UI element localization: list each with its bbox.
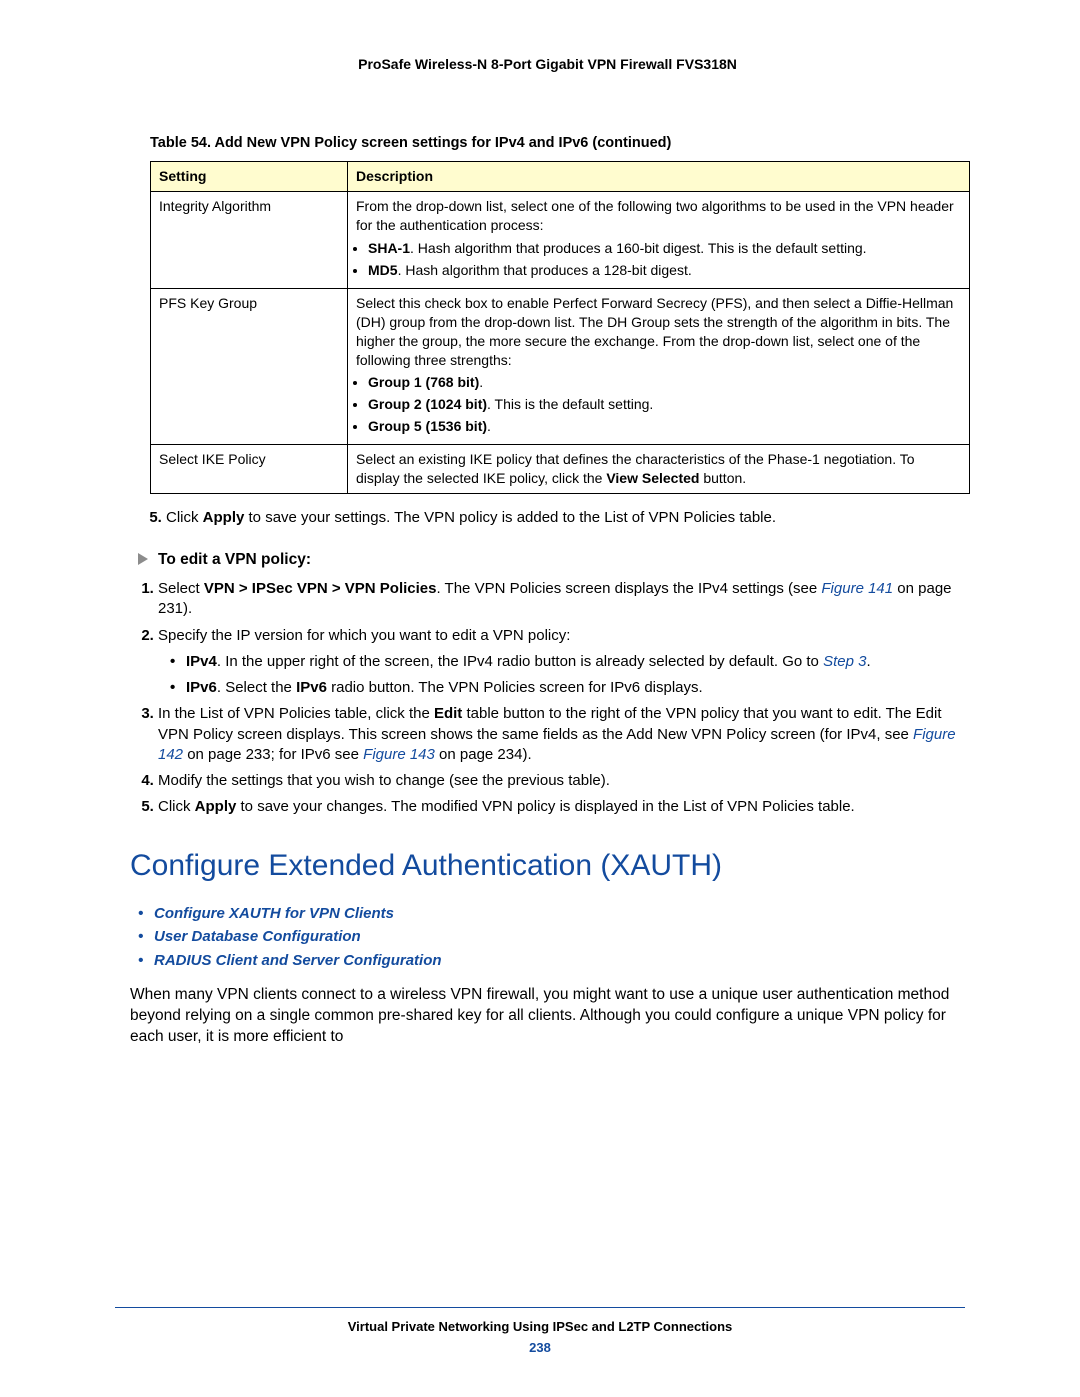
list-item: IPv6. Select the IPv6 radio button. The … — [186, 678, 965, 698]
toc-link[interactable]: User Database Configuration — [154, 927, 965, 947]
step-text: Click — [166, 509, 203, 526]
menu-path: VPN > IPSec VPN > VPN Policies — [204, 580, 437, 597]
settings-table: Setting Description Integrity Algorithm … — [150, 161, 970, 493]
ipver: IPv4 — [186, 653, 217, 670]
list-item: Group 5 (1536 bit). — [368, 417, 961, 436]
apply-ref: Apply — [195, 798, 237, 815]
toc-link[interactable]: Configure XAUTH for VPN Clients — [154, 904, 965, 924]
cell-description: Select an existing IKE policy that defin… — [348, 445, 970, 494]
t: on page 233; for IPv6 see — [183, 746, 363, 763]
t: radio button. The VPN Policies screen fo… — [327, 679, 703, 696]
t: Specify the IP version for which you wan… — [158, 627, 570, 644]
list-item: Group 2 (1024 bit). This is the default … — [368, 395, 961, 414]
list-item: SHA-1. Hash algorithm that produces a 16… — [368, 239, 961, 258]
body-paragraph: When many VPN clients connect to a wirel… — [130, 985, 965, 1048]
th-description: Description — [348, 162, 970, 192]
apply-ref: Apply — [203, 509, 245, 526]
footer-chapter: Virtual Private Networking Using IPSec a… — [115, 1318, 965, 1336]
t: . The VPN Policies screen displays the I… — [436, 580, 821, 597]
cell-description: From the drop-down list, select one of t… — [348, 192, 970, 289]
t: In the List of VPN Policies table, click… — [158, 705, 434, 722]
step: Modify the settings that you wish to cha… — [158, 771, 965, 791]
group-name: Group 1 (768 bit) — [368, 374, 479, 390]
desc-part: button. — [699, 470, 746, 486]
page: ProSafe Wireless-N 8-Port Gigabit VPN Fi… — [0, 0, 1080, 1397]
t: on page 234). — [435, 746, 532, 763]
desc-intro: From the drop-down list, select one of t… — [356, 198, 954, 233]
cell-description: Select this check box to enable Perfect … — [348, 288, 970, 444]
triangle-icon — [138, 553, 148, 565]
ipver: IPv6 — [186, 679, 217, 696]
step: Click Apply to save your changes. The mo… — [158, 797, 965, 817]
table-row: Select IKE Policy Select an existing IKE… — [151, 445, 970, 494]
cell-setting: Integrity Algorithm — [151, 192, 348, 289]
list-item: MD5. Hash algorithm that produces a 128-… — [368, 261, 961, 280]
step: Select VPN > IPSec VPN > VPN Policies. T… — [158, 579, 965, 620]
table-caption: Table 54. Add New VPN Policy screen sett… — [150, 134, 965, 154]
step: Click Apply to save your settings. The V… — [166, 508, 965, 528]
algo-name: SHA-1 — [368, 240, 410, 256]
table-row: PFS Key Group Select this check box to e… — [151, 288, 970, 444]
algo-rest: . Hash algorithm that produces a 160-bit… — [410, 240, 867, 256]
group-rest: . This is the default setting. — [487, 396, 653, 412]
cell-setting: PFS Key Group — [151, 288, 348, 444]
toc-link[interactable]: RADIUS Client and Server Configuration — [154, 951, 965, 971]
t: Select — [158, 580, 204, 597]
list-item: IPv4. In the upper right of the screen, … — [186, 652, 965, 672]
algo-name: MD5 — [368, 262, 398, 278]
step-link[interactable]: Step 3 — [823, 653, 866, 670]
t: Click — [158, 798, 195, 815]
edit-ref: Edit — [434, 705, 462, 722]
continue-list: Click Apply to save your settings. The V… — [138, 508, 965, 528]
group-name: Group 5 (1536 bit) — [368, 418, 487, 434]
step: In the List of VPN Policies table, click… — [158, 704, 965, 765]
button-ref: View Selected — [606, 470, 699, 486]
section-toc: Configure XAUTH for VPN Clients User Dat… — [154, 904, 965, 971]
step-text: to save your settings. The VPN policy is… — [244, 509, 776, 526]
page-footer: Virtual Private Networking Using IPSec a… — [115, 1300, 965, 1357]
t: . Select the — [217, 679, 296, 696]
radio-ref: IPv6 — [296, 679, 327, 696]
step: Specify the IP version for which you wan… — [158, 626, 965, 699]
procedure-steps: Select VPN > IPSec VPN > VPN Policies. T… — [130, 579, 965, 818]
algo-rest: . Hash algorithm that produces a 128-bit… — [398, 262, 692, 278]
running-head: ProSafe Wireless-N 8-Port Gigabit VPN Fi… — [130, 55, 965, 74]
cell-setting: Select IKE Policy — [151, 445, 348, 494]
footer-page-number: 238 — [115, 1339, 965, 1357]
footer-rule — [115, 1307, 965, 1308]
th-setting: Setting — [151, 162, 348, 192]
table-row: Integrity Algorithm From the drop-down l… — [151, 192, 970, 289]
figure-link[interactable]: Figure 141 — [821, 580, 893, 597]
figure-link[interactable]: Figure 143 — [363, 746, 435, 763]
t: . — [866, 653, 870, 670]
procedure-title: To edit a VPN policy: — [158, 551, 311, 568]
t: . In the upper right of the screen, the … — [217, 653, 823, 670]
section-heading: Configure Extended Authentication (XAUTH… — [130, 846, 965, 887]
group-name: Group 2 (1024 bit) — [368, 396, 487, 412]
t: to save your changes. The modified VPN p… — [236, 798, 854, 815]
list-item: Group 1 (768 bit). — [368, 373, 961, 392]
desc-intro: Select this check box to enable Perfect … — [356, 295, 953, 368]
procedure-heading: To edit a VPN policy: — [138, 550, 965, 571]
